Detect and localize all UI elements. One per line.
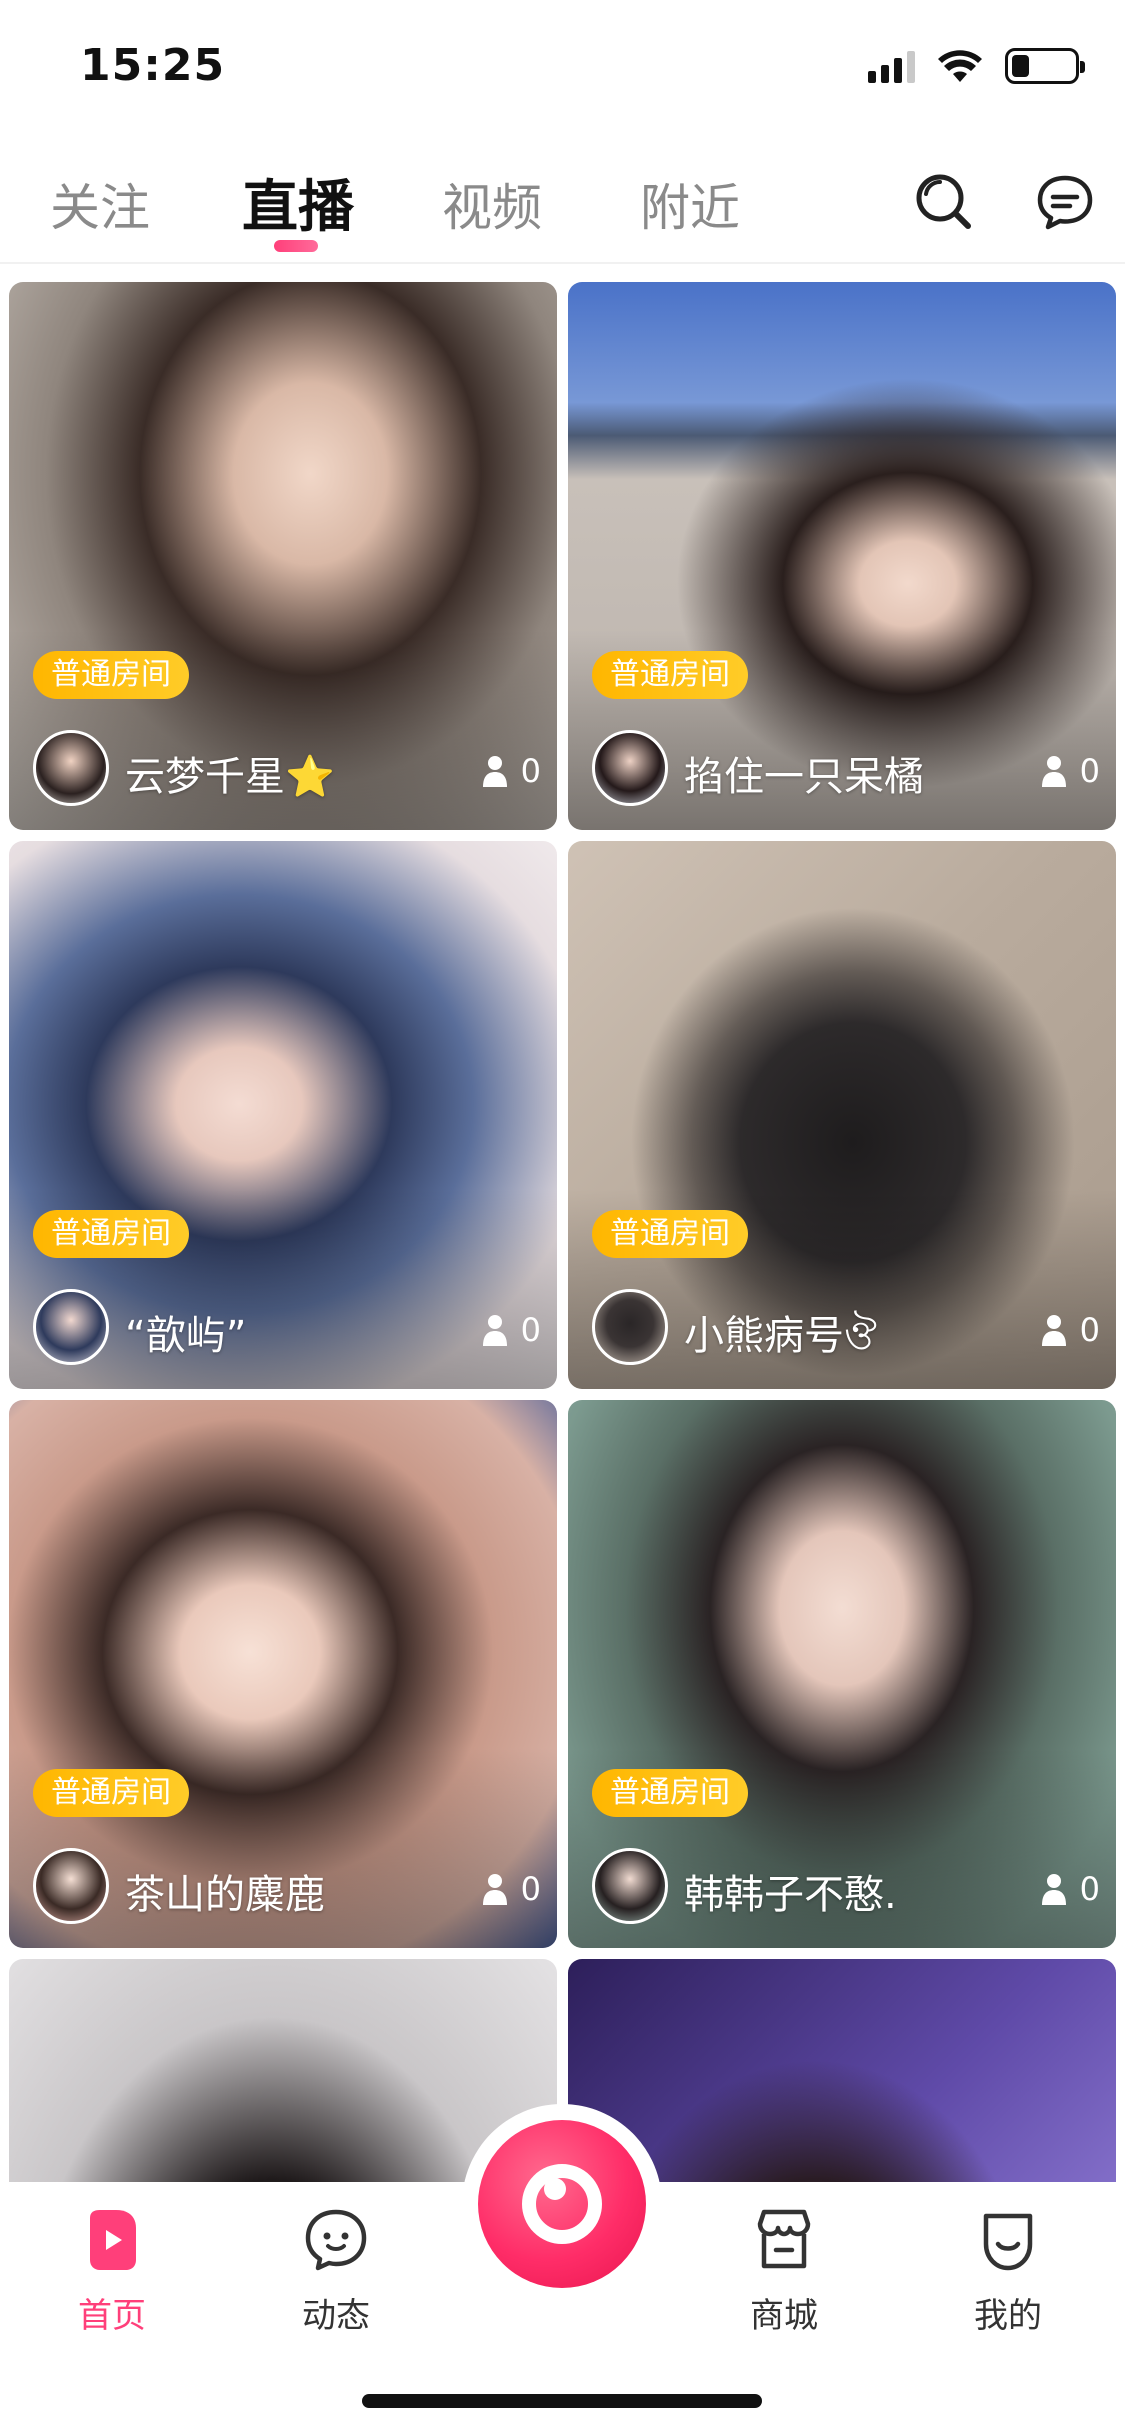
avatar	[33, 1848, 109, 1924]
room-type-badge: 普通房间	[592, 651, 748, 699]
streamer-name: 茶山的麋鹿	[125, 1872, 325, 1918]
header-divider	[0, 262, 1125, 264]
top-tab-bar: 关注 直播 视频 附近	[0, 150, 1125, 260]
cellular-signal-icon	[868, 49, 915, 83]
avatar	[592, 730, 668, 806]
tab-live[interactable]: 直播	[242, 162, 354, 243]
nav-shop[interactable]: 商城	[714, 2204, 854, 2337]
tab-nearby[interactable]: 附近	[640, 168, 740, 240]
status-bar: 15:25	[0, 0, 1125, 132]
viewer-person-icon	[1041, 756, 1066, 787]
chat-bubble-icon	[305, 2209, 367, 2271]
streamer-name: “歆屿”	[125, 1313, 247, 1359]
room-type-badge: 普通房间	[33, 1769, 189, 1817]
live-room-card[interactable]	[568, 1959, 1116, 2182]
viewer-count-value: 0	[1079, 1870, 1100, 1908]
home-icon	[90, 2210, 136, 2270]
room-type-badge: 普通房间	[592, 1210, 748, 1258]
room-type-badge: 普通房间	[33, 651, 189, 699]
viewer-person-icon	[1041, 1315, 1066, 1346]
profile-icon	[983, 2213, 1033, 2271]
streamer-name: 韩韩子不憨.	[684, 1872, 897, 1918]
nav-home-label: 首页	[78, 2296, 146, 2336]
nav-home[interactable]: 首页	[42, 2204, 182, 2337]
camera-icon	[478, 2120, 646, 2288]
viewer-count-value: 0	[1079, 1311, 1100, 1349]
battery-icon	[1005, 48, 1085, 84]
tab-video[interactable]: 视频	[442, 168, 542, 240]
active-tab-indicator	[274, 240, 318, 252]
viewer-count: 0	[1040, 1311, 1100, 1349]
nav-feed[interactable]: 动态	[266, 2204, 406, 2337]
room-type-badge: 普通房间	[33, 1210, 189, 1258]
viewer-person-icon	[482, 756, 507, 787]
nav-feed-label: 动态	[302, 2296, 370, 2336]
live-room-card[interactable]: 普通房间 “歆屿” 0	[9, 841, 557, 1389]
live-room-card[interactable]: 普通房间 掐住一只呆橘 0	[568, 282, 1116, 830]
viewer-count: 0	[481, 752, 541, 790]
viewer-count-value: 0	[520, 752, 541, 790]
nav-profile[interactable]: 我的	[938, 2204, 1078, 2337]
live-room-feed: 普通房间 云梦千星⭐ 0 普通房间 掐住一只呆橘 0 普通房间 “歆屿” 0 普…	[9, 282, 1116, 2182]
viewer-person-icon	[1041, 1874, 1066, 1905]
viewer-count: 0	[481, 1311, 541, 1349]
room-cover-image	[9, 1959, 557, 2182]
viewer-count: 0	[1040, 1870, 1100, 1908]
viewer-person-icon	[482, 1874, 507, 1905]
message-icon[interactable]	[1034, 170, 1096, 232]
tab-follow[interactable]: 关注	[50, 168, 150, 240]
streamer-name: 云梦千星⭐	[125, 754, 335, 800]
live-room-card[interactable]: 普通房间 云梦千星⭐ 0	[9, 282, 557, 830]
viewer-person-icon	[482, 1315, 507, 1346]
avatar	[33, 1289, 109, 1365]
avatar	[33, 730, 109, 806]
search-icon[interactable]	[912, 170, 974, 232]
live-room-card[interactable]: 普通房间 韩韩子不憨. 0	[568, 1400, 1116, 1948]
live-room-card[interactable]: 普通房间 茶山的麋鹿 0	[9, 1400, 557, 1948]
room-type-badge: 普通房间	[592, 1769, 748, 1817]
viewer-count: 0	[481, 1870, 541, 1908]
status-icons	[868, 48, 1085, 84]
live-room-card[interactable]: 普通房间 小熊病号ঔ 0	[568, 841, 1116, 1389]
streamer-name: 小熊病号ঔ	[684, 1313, 877, 1359]
streamer-name: 掐住一只呆橘	[684, 754, 924, 800]
start-live-button[interactable]	[462, 2104, 662, 2304]
avatar	[592, 1848, 668, 1924]
viewer-count-value: 0	[1079, 752, 1100, 790]
nav-shop-label: 商城	[750, 2296, 818, 2336]
avatar	[592, 1289, 668, 1365]
nav-profile-label: 我的	[974, 2296, 1042, 2336]
home-indicator	[362, 2394, 762, 2408]
live-room-card[interactable]	[9, 1959, 557, 2182]
shop-icon	[757, 2209, 811, 2269]
viewer-count-value: 0	[520, 1311, 541, 1349]
wifi-icon	[938, 50, 982, 82]
viewer-count: 0	[1040, 752, 1100, 790]
status-time: 15:25	[80, 40, 226, 91]
viewer-count-value: 0	[520, 1870, 541, 1908]
